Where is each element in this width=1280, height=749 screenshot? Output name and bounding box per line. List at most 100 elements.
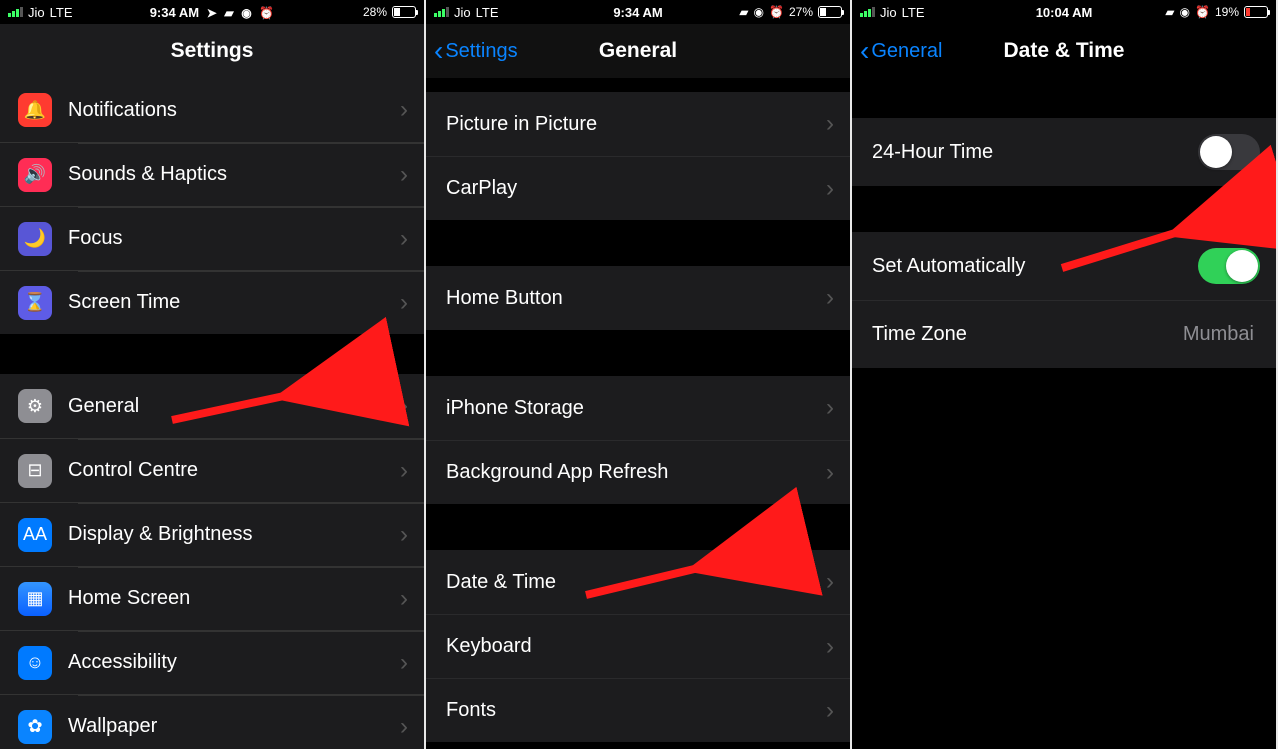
row-set-automatically[interactable]: Set Automatically [852,232,1276,300]
row-screen-time[interactable]: ⌛ Screen Time › [0,270,424,334]
back-button[interactable]: ‹ Settings [434,37,518,65]
row-label: 24-Hour Time [872,141,1198,164]
chevron-right-icon: › [826,284,834,312]
row-accessibility[interactable]: ☺ Accessibility › [0,630,424,694]
network-type: LTE [902,5,925,20]
row-label: Time Zone [872,323,1183,346]
chevron-right-icon: › [826,175,834,203]
network-type: LTE [476,5,499,20]
battery-icon [1244,6,1268,18]
chevron-right-icon: › [400,713,408,741]
signal-icon [8,7,23,17]
status-time: 9:34 AM [613,5,662,20]
row-label: Home Screen [68,587,394,610]
row-sounds-haptics[interactable]: 🔊 Sounds & Haptics › [0,142,424,206]
back-label: General [871,40,942,63]
signal-icon [860,7,875,17]
chevron-right-icon: › [400,521,408,549]
location-arrow-icon: ➤ [207,6,217,20]
navbar: Settings [0,24,424,78]
wallpaper-icon: ✿ [18,710,52,744]
row-wallpaper[interactable]: ✿ Wallpaper › [0,694,424,749]
status-time: 9:34 AM [150,5,199,20]
row-time-zone[interactable]: Time Zone Mumbai [852,300,1276,368]
screen-time-icon: ⌛ [18,286,52,320]
row-value: Mumbai [1183,323,1254,346]
row-label: Control Centre [68,459,394,482]
row-notifications[interactable]: 🔔 Notifications › [0,78,424,142]
row-label: Picture in Picture [446,113,820,136]
row-date-time[interactable]: Date & Time › [426,550,850,614]
row-background-app-refresh[interactable]: Background App Refresh › [426,440,850,504]
car-icon: ▰ [739,5,748,19]
chevron-right-icon: › [826,110,834,138]
notifications-icon: 🔔 [18,93,52,127]
back-button[interactable]: ‹ General [860,37,942,65]
target-icon: ◉ [1180,5,1190,19]
row-fonts[interactable]: Fonts › [426,678,850,742]
chevron-right-icon: › [826,459,834,487]
row-label: Wallpaper [68,715,394,738]
row-iphone-storage[interactable]: iPhone Storage › [426,376,850,440]
general-icon: ⚙ [18,389,52,423]
battery-icon [818,6,842,18]
row-label: General [68,395,394,418]
carrier: Jio [28,5,45,20]
row-label: Set Automatically [872,255,1198,278]
car-icon: ▰ [1165,5,1174,19]
carrier: Jio [454,5,471,20]
navbar: ‹ General Date & Time [852,24,1276,78]
pane-date-time: Jio LTE 10:04 AM ▰ ◉ ⏰ 19% ‹ General Dat… [852,0,1278,749]
row-control-centre[interactable]: ⊟ Control Centre › [0,438,424,502]
chevron-right-icon: › [400,585,408,613]
chevron-right-icon: › [826,394,834,422]
battery-percent: 28% [363,5,387,19]
chevron-right-icon: › [400,225,408,253]
navbar: ‹ Settings General [426,24,850,78]
row-label: iPhone Storage [446,397,820,420]
row-carplay[interactable]: CarPlay › [426,156,850,220]
control-centre-icon: ⊟ [18,454,52,488]
pane-settings: Jio LTE 9:34 AM ➤ ▰ ◉ ⏰ 28% Settings 🔔 N… [0,0,426,749]
toggle-24-hour[interactable] [1198,134,1260,170]
row-general[interactable]: ⚙ General › [0,374,424,438]
row-focus[interactable]: 🌙 Focus › [0,206,424,270]
row-home-screen[interactable]: ▦ Home Screen › [0,566,424,630]
row-label: Display & Brightness [68,523,394,546]
row-label: Focus [68,227,394,250]
network-type: LTE [50,5,73,20]
car-icon: ▰ [224,6,233,20]
battery-percent: 19% [1215,5,1239,19]
signal-icon [434,7,449,17]
page-title: Date & Time [1004,39,1125,63]
row-label: Sounds & Haptics [68,163,394,186]
row-label: Screen Time [68,291,394,314]
page-title: General [599,39,677,63]
chevron-right-icon: › [400,392,408,420]
target-icon: ◉ [241,6,251,20]
chevron-right-icon: › [400,649,408,677]
chevron-right-icon: › [826,697,834,725]
row-label: Home Button [446,287,820,310]
battery-percent: 27% [789,5,813,19]
row-display-brightness[interactable]: AA Display & Brightness › [0,502,424,566]
chevron-right-icon: › [400,161,408,189]
row-label: Notifications [68,99,394,122]
chevron-right-icon: › [826,568,834,596]
battery-icon [392,6,416,18]
focus-icon: 🌙 [18,222,52,256]
row-keyboard[interactable]: Keyboard › [426,614,850,678]
page-title: Settings [171,39,254,63]
toggle-set-automatically[interactable] [1198,248,1260,284]
carrier: Jio [880,5,897,20]
row-24-hour-time[interactable]: 24-Hour Time [852,118,1276,186]
row-picture-in-picture[interactable]: Picture in Picture › [426,92,850,156]
accessibility-icon: ☺ [18,646,52,680]
row-home-button[interactable]: Home Button › [426,266,850,330]
chevron-left-icon: ‹ [860,37,869,65]
home-screen-icon: ▦ [18,582,52,616]
pane-general: Jio LTE 9:34 AM ▰ ◉ ⏰ 27% ‹ Settings Gen… [426,0,852,749]
row-label: Accessibility [68,651,394,674]
status-bar: Jio LTE 10:04 AM ▰ ◉ ⏰ 19% [852,0,1276,24]
chevron-right-icon: › [400,457,408,485]
